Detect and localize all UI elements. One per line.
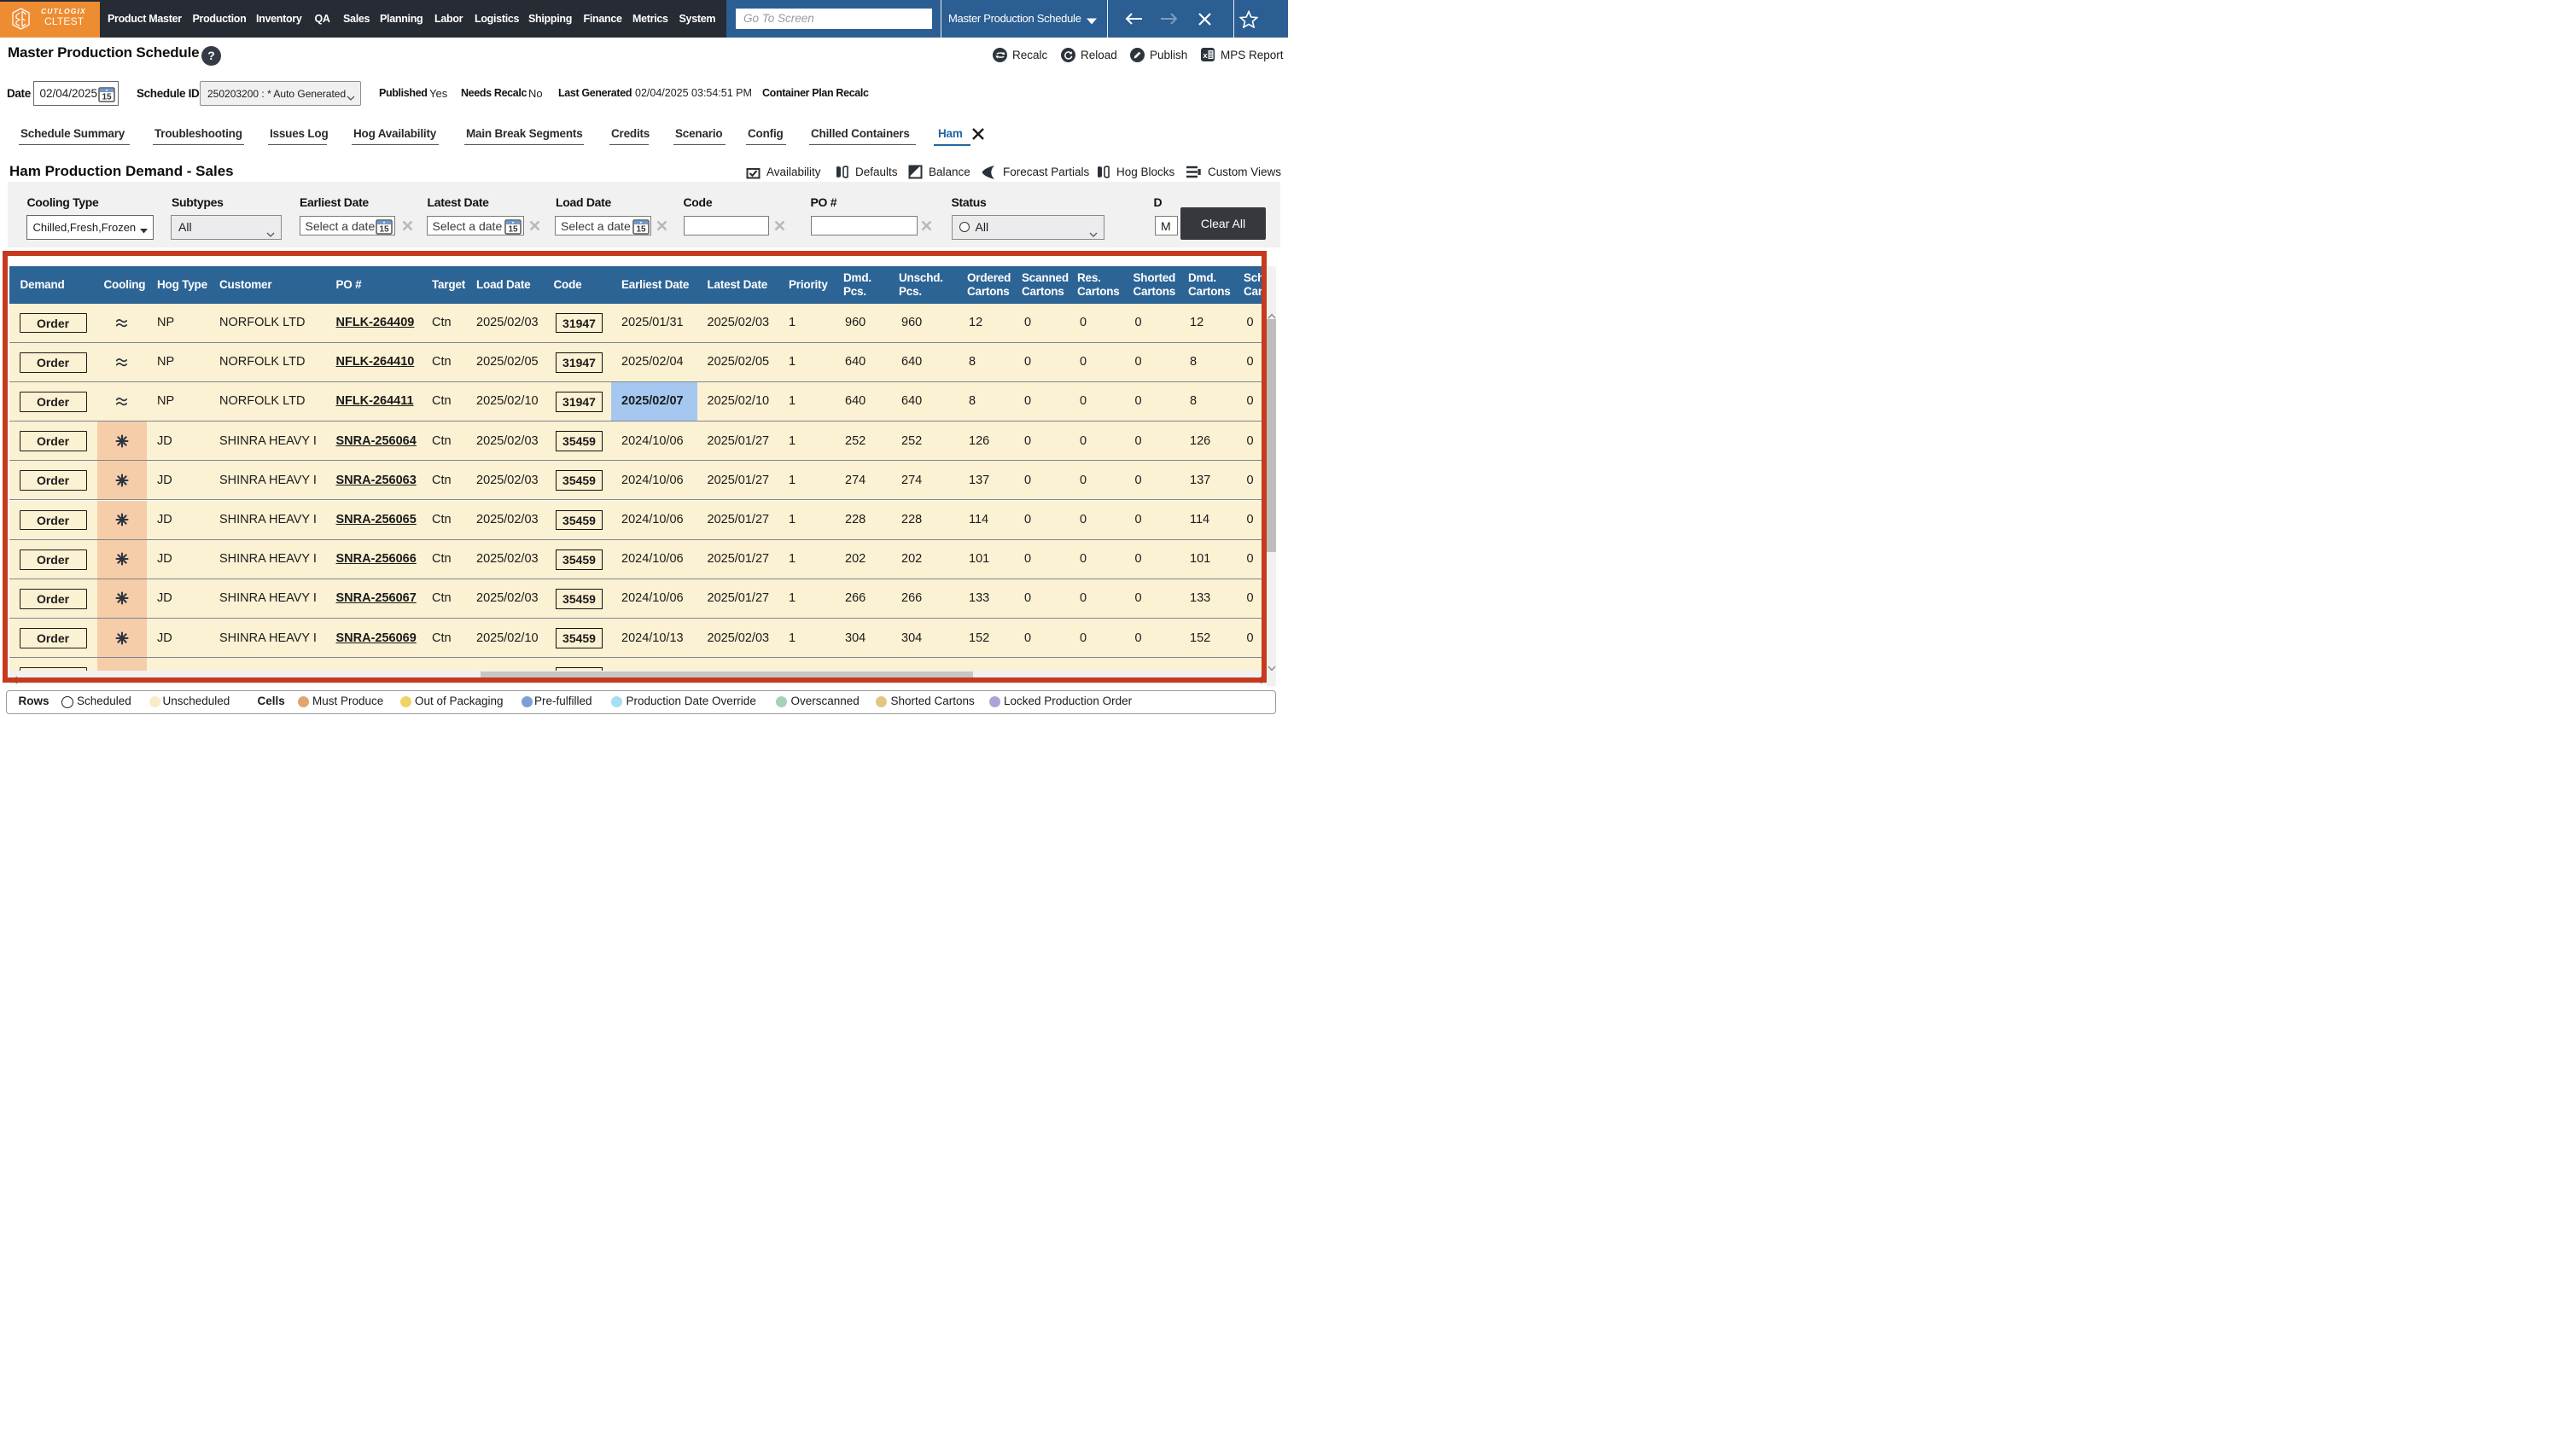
svg-text:15: 15	[379, 225, 389, 235]
svg-text:15: 15	[508, 225, 518, 235]
svg-text:x: x	[1203, 51, 1208, 61]
svg-text:15: 15	[636, 225, 646, 235]
svg-text:15: 15	[102, 93, 112, 102]
